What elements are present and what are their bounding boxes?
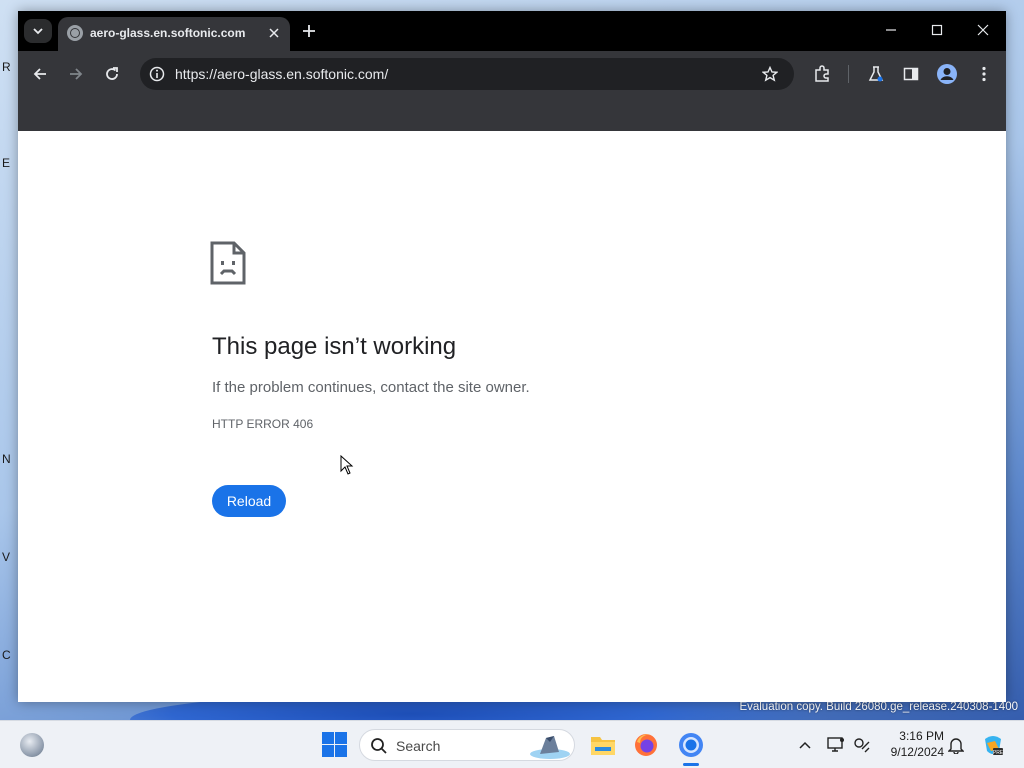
error-heading: This page isn’t working [212,333,457,360]
chrome-icon[interactable] [677,731,705,759]
browser-window: aero-glass.en.softonic.com https://aero-… [18,11,1006,702]
taskbar-search-box[interactable]: Search [359,729,575,761]
profile-icon [937,64,957,84]
tab-strip: aero-glass.en.softonic.com [18,11,1006,51]
reload-toolbar-button[interactable] [100,62,124,86]
active-tab[interactable]: aero-glass.en.softonic.com [58,17,290,51]
close-window-button[interactable] [968,17,998,43]
desktop-icon-fragment: E [2,156,11,170]
search-highlight-art [530,736,570,759]
reload-icon [106,67,118,80]
star-icon [762,66,778,82]
site-info-button[interactable] [148,65,166,83]
chevron-up-icon[interactable] [795,735,815,755]
firefox-icon[interactable] [632,731,660,759]
page-content: This page isn’t working If the problem c… [18,131,1006,702]
search-placeholder: Search [396,738,441,754]
taskbar-clock[interactable]: 3:16 PM 9/12/2024 [880,728,944,760]
profile-button[interactable] [935,62,959,86]
side-panel-icon [903,67,919,81]
extensions-icon [815,65,829,82]
error-code: HTTP ERROR 406 [212,417,314,431]
bookmarks-bar [18,97,1006,131]
forward-arrow-icon [70,68,83,80]
file-explorer-icon[interactable] [589,731,617,759]
menu-button[interactable] [972,62,996,86]
tab-close-button[interactable] [264,23,284,43]
browser-toolbar: https://aero-glass.en.softonic.com/ [18,51,1006,97]
minimize-button[interactable] [876,17,906,43]
search-icon [371,738,387,754]
evaluation-watermark: Evaluation copy. Build 26080.ge_release.… [739,701,1018,713]
maximize-icon [931,24,943,36]
labs-button[interactable] [864,62,888,86]
forward-button[interactable] [64,62,88,86]
back-button[interactable] [28,62,52,86]
maximize-button[interactable] [922,17,952,43]
menu-dots-icon [982,66,986,82]
error-message: If the problem continues, contact the si… [212,379,530,396]
display-icon[interactable] [826,735,846,755]
reload-button[interactable]: Reload [212,485,286,517]
windows-start-icon[interactable] [322,732,348,758]
back-arrow-icon [33,68,46,80]
new-tab-button[interactable] [298,20,320,42]
svg-text:PRE: PRE [993,750,1004,756]
side-panel-button[interactable] [899,62,923,86]
clock-date: 9/12/2024 [890,745,944,759]
copilot-icon[interactable]: PRE [980,732,1006,758]
sad-document-icon [210,241,246,285]
address-bar[interactable]: https://aero-glass.en.softonic.com/ [140,58,794,90]
network-icon[interactable] [852,735,872,755]
labs-icon [868,66,884,82]
globe-icon [67,25,83,41]
taskbar: Search 3:16 PM 9/12/2024 PRE [0,720,1024,768]
mouse-cursor-icon [340,455,354,475]
desktop-icon-fragment: C [2,648,11,662]
desktop-icon-fragment: R [2,60,11,74]
extensions-button[interactable] [810,62,834,86]
close-icon [269,28,279,38]
clock-time: 3:16 PM [899,729,944,743]
info-icon [149,66,165,82]
toolbar-separator [848,65,849,83]
plus-icon [303,25,315,37]
bookmark-star-button[interactable] [760,64,780,84]
active-app-indicator [683,763,699,766]
desktop-icon-fragment: N [2,452,11,466]
desktop-icon-fragment: V [2,550,11,564]
tab-title: aero-glass.en.softonic.com [90,26,246,40]
close-icon [977,24,989,36]
tab-search-button[interactable] [24,19,52,43]
widgets-icon[interactable] [20,733,44,757]
tab-search-icon [33,28,43,35]
bell-icon[interactable] [946,735,966,755]
minimize-icon [886,29,896,31]
url-text[interactable]: https://aero-glass.en.softonic.com/ [175,66,388,82]
